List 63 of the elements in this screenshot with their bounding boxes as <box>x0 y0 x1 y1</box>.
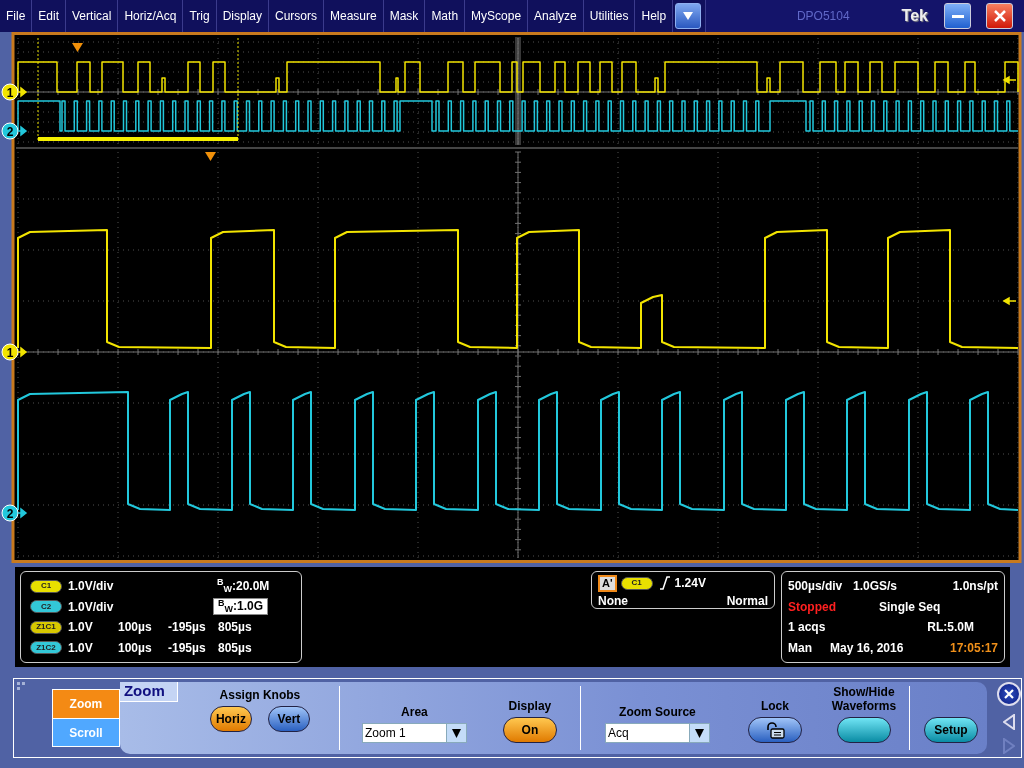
lock-button[interactable] <box>747 717 802 743</box>
knob-button[interactable]: Horiz <box>209 706 252 732</box>
acquisition-state: Stopped <box>788 598 837 616</box>
trigger-mode-value: Normal <box>726 593 768 610</box>
trigger-level-value: 1.24V <box>674 575 706 592</box>
time-value: 17:05:17 <box>949 639 998 657</box>
minimize-button[interactable] <box>944 3 971 29</box>
zoom-source-label: Zoom Source <box>619 705 696 719</box>
brand-logo: Tek <box>901 6 928 26</box>
position-value: 100µs <box>118 619 153 637</box>
close-icon <box>1004 689 1014 699</box>
channel-badge[interactable]: C2 <box>30 600 62 614</box>
trigger-level-marker[interactable] <box>1003 75 1017 84</box>
lock-label: Lock <box>760 699 789 713</box>
caret-icon <box>683 12 694 20</box>
setup-button[interactable]: Setup <box>923 717 978 743</box>
scale-value: 1.0V/div <box>68 578 115 595</box>
model-name: DPO5104 <box>796 8 850 25</box>
acquisition-mode: Single Seq <box>879 598 941 616</box>
trigger-mode-value: Man <box>788 639 813 657</box>
display-label: Display <box>508 699 552 713</box>
scale-value: 1.0V <box>68 619 94 637</box>
position-value: 100µs <box>118 639 153 657</box>
zoom-region-marker[interactable] <box>37 37 239 142</box>
waveforms-toggle-button[interactable] <box>836 717 891 743</box>
timebase-value: 500µs/div <box>788 578 844 595</box>
rising-edge-icon <box>658 576 671 590</box>
assign-knobs-label: Assign Knobs <box>219 688 301 702</box>
channel-badge[interactable]: Z1C2 <box>30 641 62 655</box>
trigger-position-marker[interactable] <box>205 152 216 161</box>
trigger-event-label: A' <box>598 574 617 592</box>
date-value: May 16, 2016 <box>830 639 904 657</box>
channel-badge[interactable]: C1 <box>620 576 653 590</box>
padlock-icon <box>764 722 785 740</box>
minimize-icon <box>951 14 964 18</box>
trigger-level-marker[interactable] <box>1003 296 1017 305</box>
end-value: 805µs <box>218 619 253 637</box>
scale-value: 1.0V/div <box>68 598 115 616</box>
start-value: -195µs <box>168 619 207 637</box>
scroll-left-button[interactable] <box>1003 712 1015 730</box>
scale-value: 1.0V <box>68 639 94 657</box>
resolution-value: 1.0ns/pt <box>952 578 998 595</box>
close-button[interactable] <box>986 3 1013 29</box>
area-label: Area <box>401 705 428 719</box>
start-value: -195µs <box>168 639 207 657</box>
left-triangle-icon <box>1003 713 1015 730</box>
grip-icon <box>17 682 26 691</box>
channel-badge[interactable]: C1 <box>30 579 62 593</box>
show-hide-label: Show/Hide Waveforms <box>830 685 898 713</box>
close-icon <box>993 10 1006 22</box>
right-triangle-icon <box>1003 737 1015 754</box>
panel-title: Zoom <box>119 682 178 702</box>
menu-more-button[interactable] <box>675 3 702 29</box>
sample-rate-value: 1.0GS/s <box>853 578 899 595</box>
close-panel-button[interactable] <box>997 682 1021 706</box>
record-length-value: RL:5.0M <box>927 619 974 637</box>
trigger-position-marker[interactable] <box>72 43 83 52</box>
knob-button[interactable]: Vert <box>267 706 310 732</box>
channel-badge[interactable]: Z1C1 <box>30 620 62 634</box>
display-toggle-button[interactable]: On <box>502 717 557 743</box>
acquisition-count: 1 acqs <box>788 619 826 637</box>
coupling-value: None <box>598 593 628 610</box>
end-value: 805µs <box>218 639 253 657</box>
